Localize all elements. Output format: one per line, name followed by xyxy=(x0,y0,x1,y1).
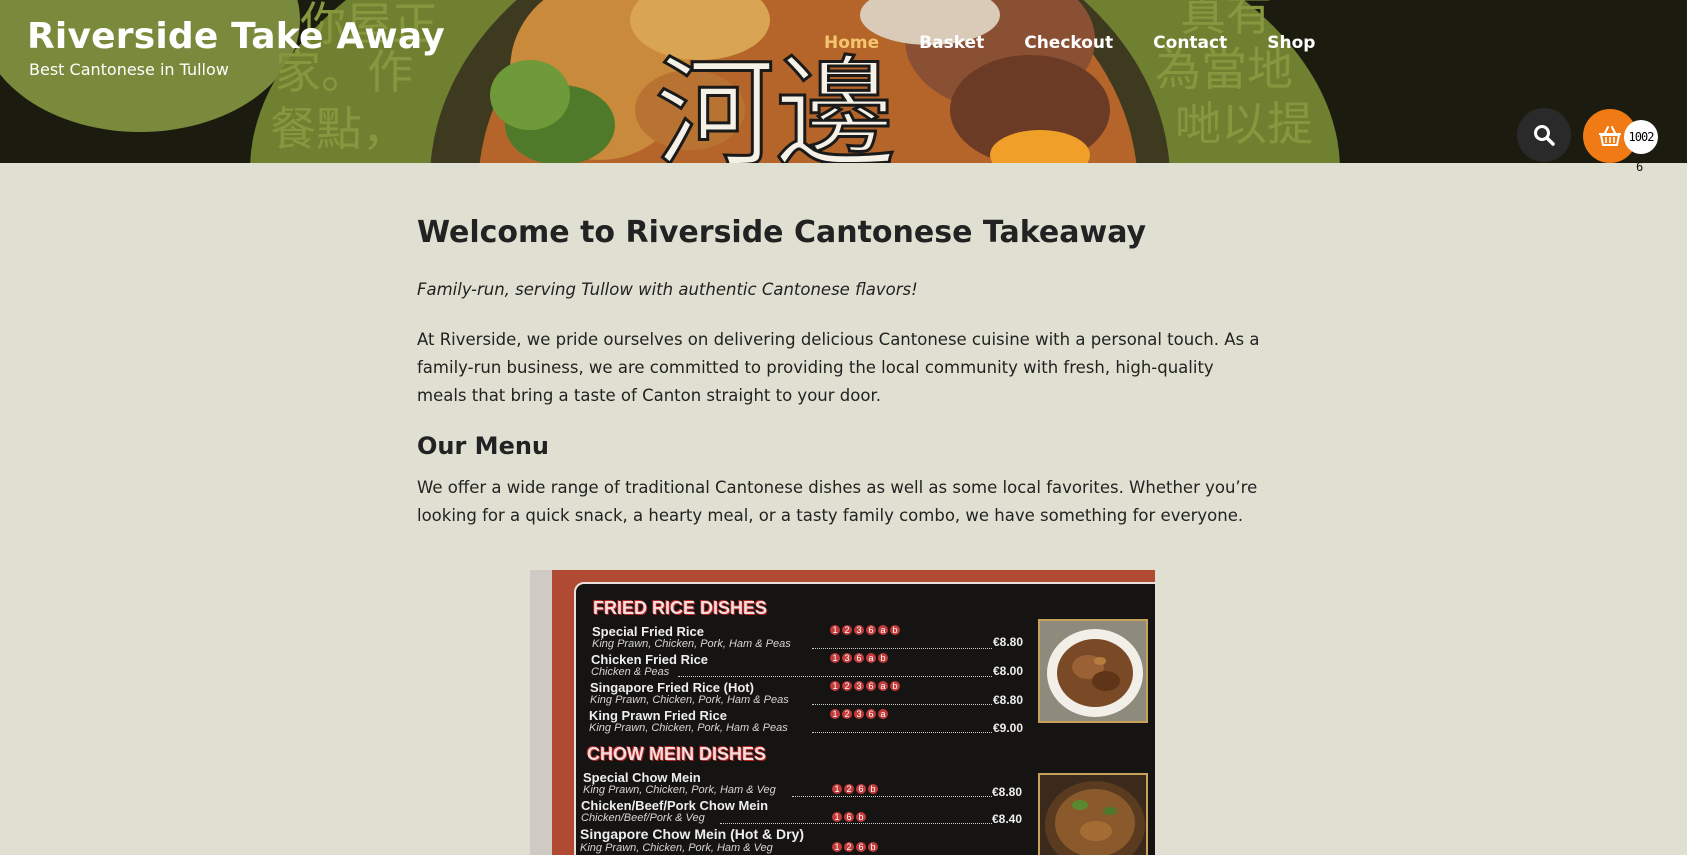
site-title[interactable]: Riverside Take Away xyxy=(27,16,445,57)
menu-item-price: €9.00 xyxy=(993,721,1024,735)
menu-item-codes: 126b xyxy=(832,842,880,852)
menu-item-desc: King Prawn, Chicken, Pork, Ham & Veg xyxy=(583,784,776,796)
menu-item-desc: Chicken & Peas xyxy=(591,666,670,678)
search-button[interactable] xyxy=(1517,108,1571,162)
menu-item-desc: Chicken/Beef/Pork & Veg xyxy=(581,812,705,824)
nav-checkout[interactable]: Checkout xyxy=(1024,33,1113,53)
basket-count-badge: 1002 xyxy=(1624,120,1658,154)
svg-text:哋以提: 哋以提 xyxy=(1175,97,1313,151)
menu-section-heading: CHOW MEIN DISHES xyxy=(587,744,767,764)
menu-intro-paragraph: We offer a wide range of traditional Can… xyxy=(417,478,1258,525)
menu-item-codes: 1236ab xyxy=(830,625,902,635)
main-nav: Home Basket Checkout Contact Shop xyxy=(824,33,1355,53)
menu-item-price: €8.80 xyxy=(993,693,1024,707)
menu-item-name: Special Chow Mein xyxy=(583,770,701,785)
search-icon xyxy=(1534,125,1555,146)
menu-item-desc: King Prawn, Chicken, Pork, Ham & Peas xyxy=(592,638,791,650)
menu-item-codes: 1236a xyxy=(830,709,890,719)
page-title: Welcome to Riverside Cantonese Takeaway xyxy=(417,215,1147,250)
menu-item-price: €8.00 xyxy=(993,664,1024,678)
menu-item-desc: King Prawn, Chicken, Pork, Ham & Peas xyxy=(590,694,789,706)
nav-basket[interactable]: Basket xyxy=(919,33,984,53)
site-tagline: Best Cantonese in Tullow xyxy=(29,60,229,79)
menu-item-name: King Prawn Fried Rice xyxy=(589,708,727,723)
menu-item-name: Singapore Fried Rice (Hot) xyxy=(590,680,754,695)
menu-item-codes: 16b xyxy=(832,812,868,822)
page-subtitle: Family-run, serving Tullow with authenti… xyxy=(417,280,918,299)
menu-item-codes: 126b xyxy=(832,784,880,794)
menu-item-desc: King Prawn, Chicken, Pork, Ham & Peas xyxy=(589,722,788,734)
menu-item-price: €8.80 xyxy=(993,635,1024,649)
fried-rice-photo xyxy=(1038,619,1148,723)
menu-item-name: Singapore Chow Mein (Hot & Dry) xyxy=(580,826,804,842)
nav-shop[interactable]: Shop xyxy=(1267,33,1315,53)
menu-item-desc: King Prawn, Chicken, Pork, Ham & Veg xyxy=(580,842,773,854)
chow-mein-photo xyxy=(1038,773,1148,855)
basket-icon xyxy=(1599,126,1621,146)
main-content: Welcome to Riverside Cantonese Takeaway … xyxy=(417,215,1267,530)
menu-heading: Our Menu xyxy=(417,432,550,460)
menu-item-name: Chicken Fried Rice xyxy=(591,652,709,667)
intro-paragraph: At Riverside, we pride ourselves on deli… xyxy=(417,330,1260,405)
header-chinese-lettering: 河邊 xyxy=(655,45,895,163)
svg-text:餐點，: 餐點， xyxy=(270,102,408,156)
basket-count-overflow: 6 xyxy=(1636,160,1644,174)
menu-item-price: €8.40 xyxy=(992,812,1023,826)
menu-item-codes: 1236ab xyxy=(830,681,902,691)
menu-image: FRIED RICE DISHES Special Fried Rice Kin… xyxy=(530,570,1155,855)
menu-item-name: Chicken/Beef/Pork Chow Mein xyxy=(581,798,769,813)
menu-item-name: Special Fried Rice xyxy=(592,624,704,639)
site-header: 你屋正 家。作 餐點， 真有 為當地 哋以提 河邊 Riverside Take… xyxy=(0,0,1687,163)
menu-item-codes: 136ab xyxy=(830,653,890,663)
nav-contact[interactable]: Contact xyxy=(1153,33,1227,53)
menu-section-heading: FRIED RICE DISHES xyxy=(593,598,768,618)
menu-item-price: €8.80 xyxy=(992,785,1023,799)
nav-home[interactable]: Home xyxy=(824,33,879,53)
